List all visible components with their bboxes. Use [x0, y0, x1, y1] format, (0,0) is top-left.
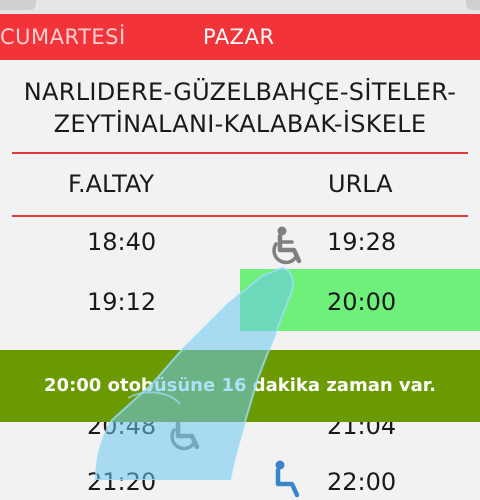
- wheelchair-icon: [268, 226, 310, 266]
- tab-sunday[interactable]: PAZAR: [203, 14, 275, 60]
- day-tab-bar: CUMARTESİ PAZAR: [0, 14, 480, 60]
- status-strip: [0, 0, 480, 14]
- time-remaining-toast: 20:00 otobüsüne 16 dakika zaman var.: [0, 350, 480, 422]
- column-header-departure: F.ALTAY: [68, 170, 155, 198]
- departure-time[interactable]: 19:12: [87, 288, 156, 316]
- arrival-time[interactable]: 22:00: [327, 468, 396, 496]
- tab-saturday[interactable]: CUMARTESİ: [0, 14, 126, 60]
- route-title-line-2: ZEYTİNALANI-KALABAK-İSKELE: [53, 110, 427, 138]
- route-title-line-1: NARLIDERE-GÜZELBAHÇE-SİTELER-: [23, 78, 457, 106]
- departure-time[interactable]: 21:20: [87, 468, 156, 496]
- arrival-time[interactable]: 20:00: [327, 288, 396, 316]
- departure-time[interactable]: 18:40: [87, 228, 156, 256]
- wheelchair-icon: [266, 460, 308, 500]
- divider: [12, 152, 468, 154]
- status-strip-right: [466, 0, 480, 10]
- arrival-time[interactable]: 19:28: [327, 228, 396, 256]
- column-header-destination: URLA: [328, 170, 393, 198]
- status-strip-left: [0, 0, 36, 10]
- divider: [12, 215, 468, 217]
